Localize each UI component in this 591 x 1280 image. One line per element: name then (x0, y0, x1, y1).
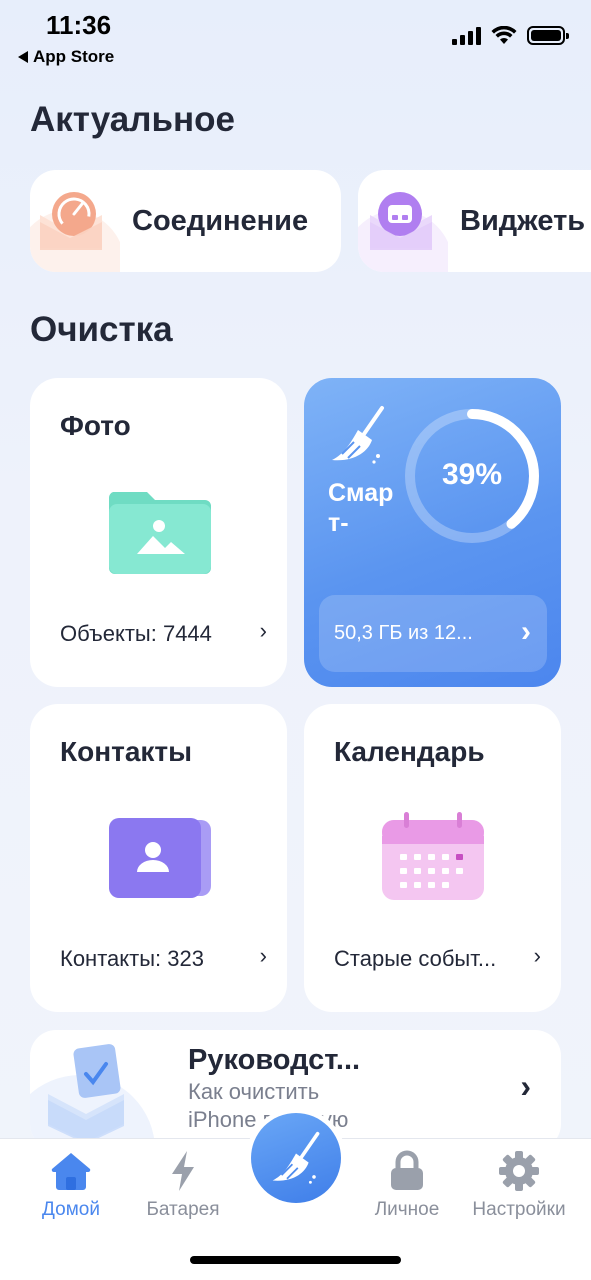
section-title-actual: Актуальное (30, 100, 236, 139)
guide-title: Руководст... (188, 1044, 361, 1076)
photo-card[interactable]: Фото Объекты: 7444 › (30, 378, 287, 687)
actual-card-widgets[interactable]: Виджеть (358, 170, 591, 272)
tab-label-settings: Настройки (472, 1199, 566, 1220)
broom-icon (272, 1131, 320, 1184)
tab-label-home: Домой (42, 1199, 100, 1220)
contacts-card-count: Контакты: 323 (60, 946, 204, 971)
tab-label-battery: Батарея (146, 1199, 220, 1220)
smart-cleanup-card[interactable]: Смар т- 39% 50,3 ГБ из 12... › (304, 378, 561, 687)
photo-card-title: Фото (60, 410, 131, 441)
contacts-card[interactable]: Контакты Контакты: 323 › (30, 704, 287, 1012)
calendar-card-count: Старые событ... (334, 946, 497, 971)
contacts-card-title: Контакты (60, 736, 193, 767)
guide-checkbox-icon (30, 1044, 155, 1150)
home-indicator (190, 1256, 401, 1264)
status-time: 11:36 (46, 10, 112, 40)
chevron-right-icon: › (259, 618, 267, 643)
back-to-app-store[interactable]: App Store (18, 47, 114, 67)
chevron-right-icon: › (521, 615, 531, 648)
wifi-icon (491, 26, 517, 44)
storage-progress-ring: 39% (402, 406, 542, 546)
back-arrow-icon (18, 51, 28, 63)
battery-icon (527, 26, 569, 45)
tab-battery[interactable]: Батарея (128, 1147, 238, 1221)
tab-home[interactable]: Домой (16, 1147, 126, 1221)
gear-icon (499, 1151, 539, 1191)
calendar-card-title: Календарь (334, 736, 485, 767)
tab-private[interactable]: Личное (352, 1147, 462, 1221)
cellular-signal-icon (452, 26, 481, 45)
actual-card-connection[interactable]: Соединение (30, 170, 341, 272)
storage-summary-text: 50,3 ГБ из 12... (334, 622, 473, 644)
bolt-icon (172, 1151, 194, 1191)
home-icon (51, 1153, 91, 1190)
storage-percent: 39% (441, 458, 503, 491)
back-label: App Store (33, 47, 115, 66)
calendar-card[interactable]: Календарь Старые событ... › (304, 704, 561, 1012)
chevron-right-icon: › (520, 1068, 531, 1104)
storage-summary-button[interactable]: 50,3 ГБ из 12... › (319, 595, 547, 672)
actual-label-connection: Соединение (132, 204, 309, 237)
chevron-right-icon: › (259, 943, 267, 968)
smart-cleanup-label: Смар т- (328, 479, 394, 537)
tab-label-private: Личное (374, 1199, 440, 1220)
quick-clean-button[interactable] (246, 1108, 346, 1208)
status-icons (452, 26, 569, 45)
section-title-cleanup: Очистка (30, 310, 173, 349)
photo-card-count: Объекты: 7444 (60, 621, 212, 646)
speedometer-icon (30, 170, 125, 272)
calendar-icon (382, 812, 484, 900)
photo-folder-icon (108, 492, 211, 574)
tab-settings[interactable]: Настройки (464, 1147, 574, 1221)
lock-icon (391, 1150, 423, 1190)
chevron-right-icon: › (533, 943, 541, 968)
contacts-book-icon (109, 818, 211, 898)
actual-label-widgets: Виджеть (460, 204, 586, 237)
broom-icon (332, 406, 384, 464)
widget-icon (358, 170, 453, 272)
